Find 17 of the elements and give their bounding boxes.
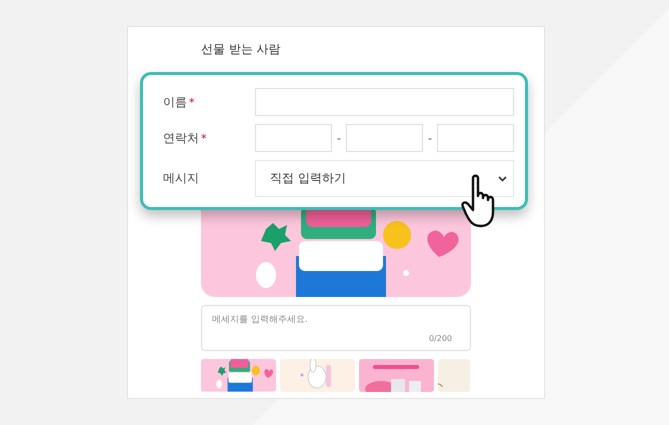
message-placeholder: 메세지를 입력해주세요. (212, 314, 309, 326)
phone-input[interactable] (346, 124, 423, 152)
field-label: 연락처 (163, 130, 199, 146)
phone-separator: - (427, 132, 433, 144)
name-input[interactable] (255, 88, 514, 116)
phone-separator: - (336, 132, 342, 144)
required-mark: * (201, 132, 206, 144)
field-label: 이름 (163, 94, 187, 110)
phone-input[interactable] (437, 124, 514, 152)
field-label: 메시지 (163, 170, 199, 187)
phone-input[interactable] (255, 124, 332, 152)
required-mark: * (189, 96, 194, 108)
chevron-down-icon (498, 176, 507, 182)
message-textarea[interactable]: 메세지를 입력해주세요. 0/200 (201, 305, 471, 351)
message-select[interactable]: 직접 입력하기 (255, 160, 514, 197)
character-counter: 0/200 (428, 334, 452, 343)
section-title: 선물 받는 사람 (201, 41, 282, 58)
